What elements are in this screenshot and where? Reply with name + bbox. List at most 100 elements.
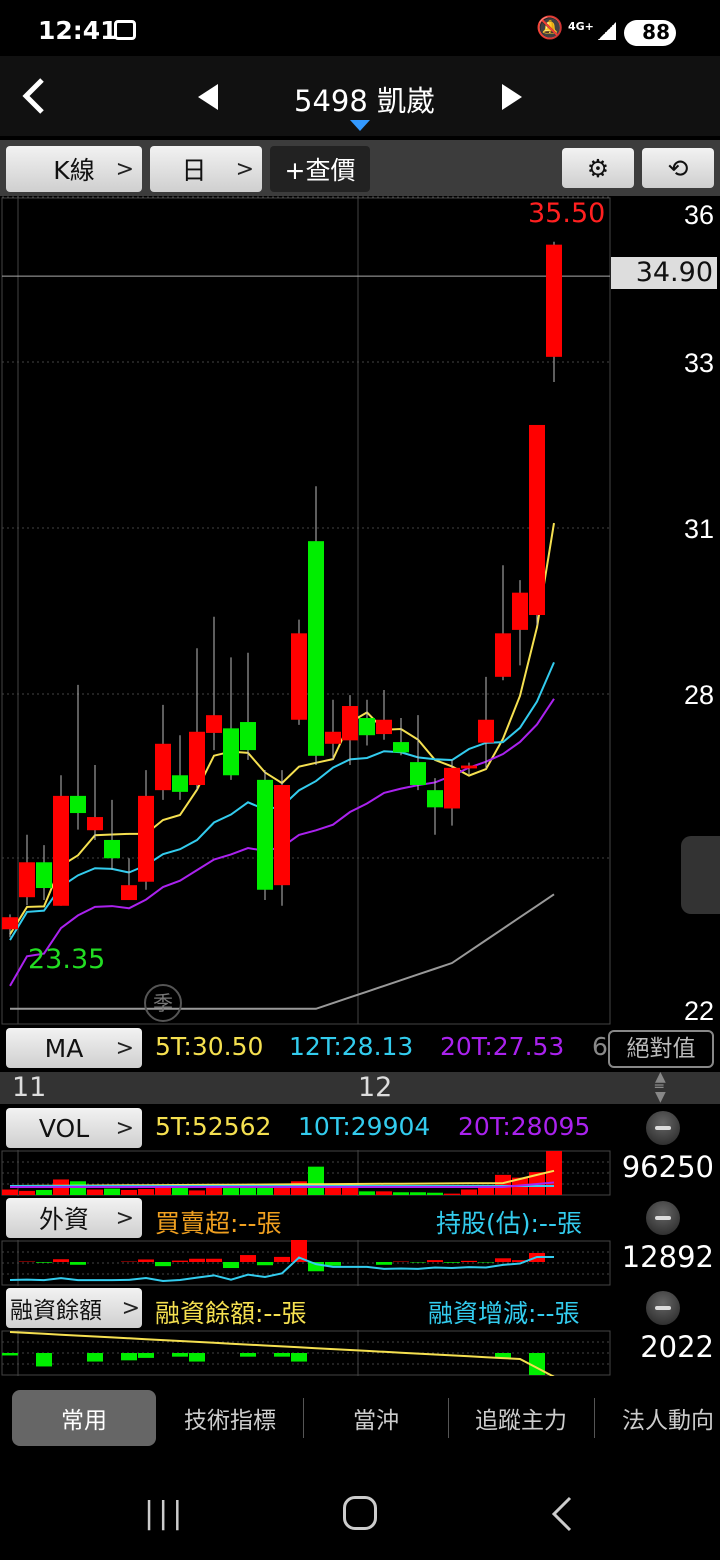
ma20-value: 20T:27.53: [440, 1032, 565, 1061]
volume-chart[interactable]: [0, 1150, 612, 1196]
chevron-right-icon: >: [115, 156, 134, 182]
margin-chart[interactable]: [0, 1330, 612, 1376]
candle-body: [70, 795, 86, 814]
kline-label: K線: [53, 156, 95, 185]
foreign-bar: [240, 1255, 256, 1262]
candle-body: [172, 775, 188, 792]
foreign-max: 12892: [621, 1240, 714, 1274]
candlestick-chart[interactable]: 363331282522: [0, 196, 720, 1026]
volume-bar: [342, 1187, 358, 1195]
volume-bar: [87, 1189, 103, 1195]
foreign-bar: [495, 1258, 511, 1262]
foreign-button[interactable]: 外資 >: [6, 1198, 142, 1238]
candle-body: [308, 541, 324, 756]
foreign-chart[interactable]: [0, 1240, 612, 1286]
tab-technical[interactable]: 技術指標: [158, 1390, 302, 1446]
collapse-vol-button[interactable]: [646, 1111, 680, 1145]
back-icon[interactable]: [18, 76, 48, 116]
margin-bar: [291, 1353, 307, 1362]
foreign-bar: [274, 1256, 290, 1262]
candle-body: [36, 862, 52, 889]
current-price-label: 34.90: [611, 257, 717, 289]
clock: 12:41: [38, 16, 118, 45]
foreign-net: 買賣超:--張: [155, 1209, 282, 1238]
candle-body: [155, 743, 171, 791]
tab-institutional[interactable]: 法人動向: [596, 1390, 720, 1446]
margin-bar: [2, 1353, 18, 1356]
absolute-value-button[interactable]: 絕對值: [608, 1030, 714, 1068]
next-stock-icon[interactable]: [500, 82, 524, 112]
ma-button[interactable]: MA >: [6, 1028, 142, 1068]
season-badge[interactable]: 季: [144, 984, 182, 1022]
candle-body: [87, 817, 103, 831]
settings-button[interactable]: ⚙: [562, 148, 634, 188]
chevron-right-icon: >: [235, 156, 254, 182]
volume-bar: [427, 1192, 443, 1195]
ma12-value: 12T:28.13: [289, 1032, 414, 1061]
vol-button[interactable]: VOL >: [6, 1108, 142, 1148]
kline-button[interactable]: K線 >: [6, 146, 142, 192]
vol-ma10: 10T:29904: [298, 1112, 431, 1141]
volume-bar: [104, 1188, 120, 1195]
network-label: 4G+: [568, 20, 594, 33]
stock-title[interactable]: 5498 凱崴: [294, 78, 435, 120]
margin-bar: [274, 1353, 290, 1357]
candle-body: [257, 779, 273, 890]
candle-body: [495, 633, 511, 677]
mute-icon: 🔕: [536, 16, 564, 41]
collapse-foreign-button[interactable]: [646, 1201, 680, 1235]
candle-body: [342, 706, 358, 741]
divider: [594, 1398, 595, 1438]
volume-bar: [495, 1174, 511, 1195]
candle-body: [274, 785, 290, 886]
candle-body: [359, 718, 375, 736]
volume-bar: [359, 1191, 375, 1195]
candle-body: [2, 917, 18, 930]
home-icon[interactable]: [343, 1496, 377, 1530]
collapse-margin-button[interactable]: [646, 1291, 680, 1325]
volume-bar: [308, 1166, 324, 1195]
tab-track-main[interactable]: 追蹤主力: [449, 1390, 593, 1446]
margin-change: 融資增減:--張: [428, 1299, 580, 1328]
margin-balance: 融資餘額:--張: [155, 1299, 307, 1328]
volume-bar: [19, 1190, 35, 1195]
candle-body: [138, 795, 154, 882]
volume-bar: [121, 1189, 137, 1195]
period-button[interactable]: 日 >: [150, 146, 262, 192]
foreign-bar: [53, 1259, 69, 1262]
candle-body: [546, 244, 562, 357]
candle-body: [410, 762, 426, 786]
quote-button[interactable]: +查價: [270, 146, 370, 192]
side-handle[interactable]: [681, 836, 720, 914]
candle-body: [461, 765, 477, 769]
margin-bar: [87, 1353, 103, 1362]
tab-common[interactable]: 常用: [12, 1390, 156, 1446]
resize-handle-icon[interactable]: ▲ ═ ▼: [655, 1070, 666, 1104]
volume-bar: [393, 1192, 409, 1195]
margin-bar: [172, 1353, 188, 1357]
margin-button[interactable]: 融資餘額 >: [6, 1288, 142, 1328]
price-axis-label: 28: [684, 680, 714, 710]
chevron-right-icon: >: [121, 1295, 140, 1321]
nav-back-icon[interactable]: [550, 1496, 574, 1532]
volume-bar: [138, 1189, 154, 1195]
vol-max: 96250: [621, 1150, 714, 1184]
candle-body: [291, 633, 307, 720]
foreign-bar: [206, 1258, 222, 1262]
margin-bar: [121, 1353, 137, 1361]
recents-icon[interactable]: |||: [144, 1496, 186, 1531]
vol-label: VOL: [38, 1113, 90, 1143]
foreign-bar: [189, 1258, 205, 1262]
candle-body: [223, 728, 239, 776]
volume-bar: [410, 1192, 426, 1195]
margin-bar: [36, 1353, 52, 1367]
ma5-value: 5T:30.50: [155, 1032, 264, 1061]
foreign-bar: [223, 1262, 239, 1269]
dropdown-caret-icon[interactable]: [350, 120, 370, 132]
rotate-button[interactable]: ⟲: [642, 148, 714, 188]
volume-bar: [376, 1191, 392, 1195]
prev-stock-icon[interactable]: [196, 82, 220, 112]
app-header: 5498 凱崴: [0, 56, 720, 136]
tab-daytrade[interactable]: 當沖: [304, 1390, 448, 1446]
date-label: 12: [358, 1072, 393, 1103]
